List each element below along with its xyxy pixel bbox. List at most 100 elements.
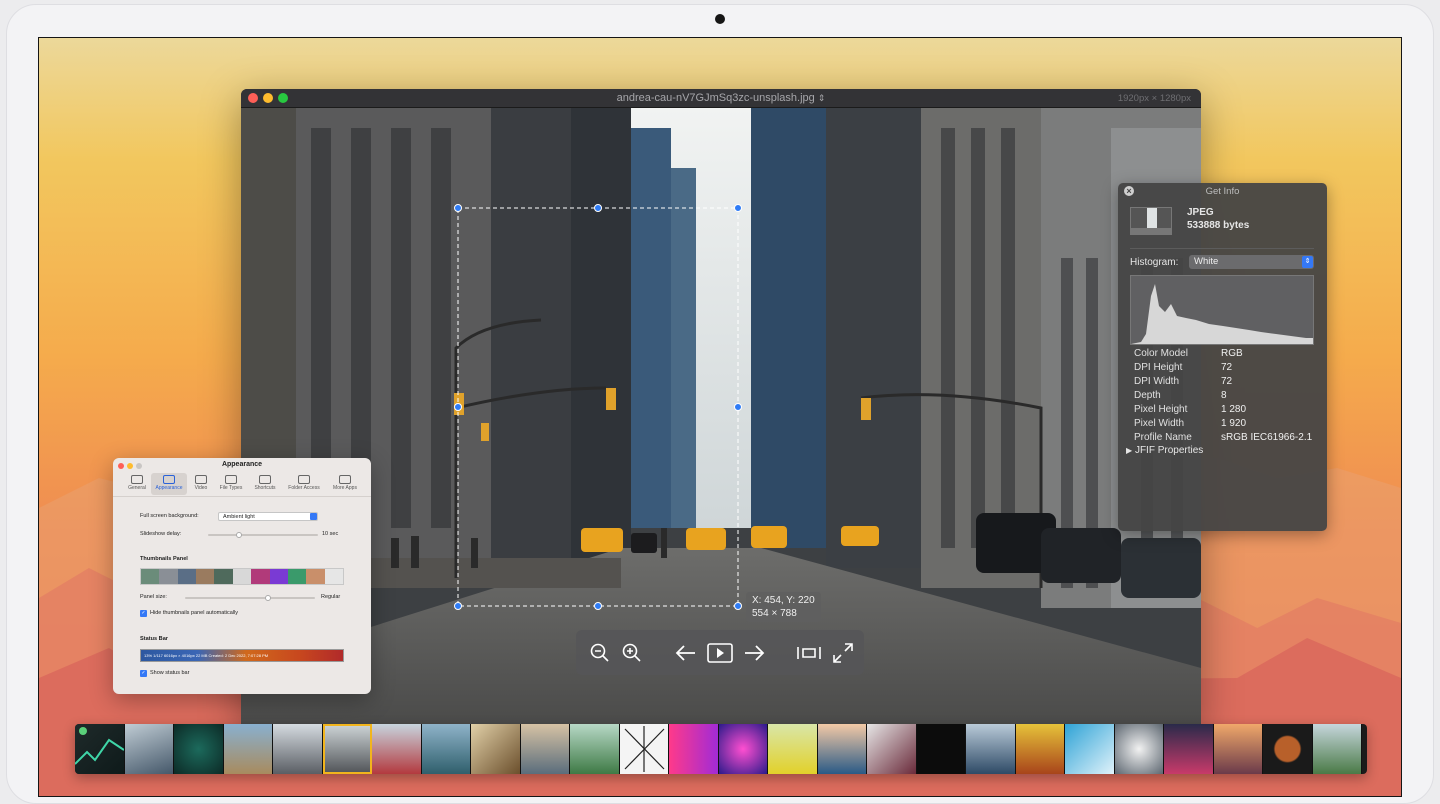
- thumbnail[interactable]: [1312, 724, 1362, 774]
- panel-size-slider[interactable]: [185, 595, 315, 601]
- get-info-panel: × Get Info JPEG 533888 bytes Histogram: …: [1118, 183, 1327, 531]
- histogram-chart: [1130, 275, 1314, 345]
- thumbnails-heading: Thumbnails Panel: [140, 556, 188, 562]
- property-row: Depth 8: [1134, 389, 1312, 403]
- thumbnail[interactable]: [520, 724, 570, 774]
- arrow-right-icon[interactable]: [739, 638, 769, 668]
- arrow-left-icon[interactable]: [671, 638, 701, 668]
- thumbnail[interactable]: [174, 724, 224, 774]
- preferences-window: Appearance General Appearance Video File…: [113, 458, 371, 694]
- window-title[interactable]: andrea-cau-nV7GJmSq3zc-unsplash.jpg ⇕: [241, 92, 1201, 104]
- histogram-select[interactable]: White ⇕: [1189, 255, 1314, 269]
- property-row: DPI Width 72: [1134, 375, 1312, 389]
- filename: andrea-cau-nV7GJmSq3zc-unsplash.jpg: [616, 92, 815, 104]
- property-value: sRGB IEC61966-2.1: [1221, 432, 1313, 443]
- viewer-toolbar: [576, 630, 864, 675]
- fullscreen-value: Ambient light: [223, 514, 255, 520]
- panel-size-value: Regular: [321, 594, 341, 600]
- preferences-tabs: General Appearance Video File Types Shor…: [123, 473, 363, 495]
- slideshow-delay-slider[interactable]: [208, 532, 318, 538]
- zoom-out-icon[interactable]: [585, 638, 615, 668]
- lock-icon: [298, 475, 310, 484]
- panel-size-label: Panel size:: [140, 594, 167, 600]
- property-key: Pixel Width: [1134, 418, 1185, 429]
- fullscreen-background-select[interactable]: Ambient light: [218, 512, 318, 521]
- thumbnail[interactable]: [966, 724, 1016, 774]
- property-row: Color Model RGB: [1134, 347, 1312, 361]
- thumbnail[interactable]: [223, 724, 273, 774]
- thumbnail[interactable]: [570, 724, 620, 774]
- property-key: DPI Height: [1134, 362, 1183, 373]
- fit-width-icon[interactable]: [794, 638, 824, 668]
- property-row: Pixel Height 1 280: [1134, 403, 1312, 417]
- divider: [113, 496, 371, 497]
- play-icon[interactable]: [705, 638, 735, 668]
- property-row: Profile Name sRGB IEC61966-2.1: [1134, 431, 1312, 445]
- tab-label: Folder Access: [288, 485, 320, 491]
- jfif-disclosure[interactable]: ▶ JFIF Properties: [1126, 445, 1203, 456]
- property-key: Pixel Height: [1134, 404, 1188, 415]
- tab-label: Video: [194, 485, 208, 491]
- status-bar-heading: Status Bar: [140, 636, 168, 642]
- zoom-in-icon[interactable]: [617, 638, 647, 668]
- tab-folder-access[interactable]: Folder Access: [283, 473, 325, 495]
- fullscreen-icon[interactable]: [828, 638, 858, 668]
- tab-general[interactable]: General: [125, 473, 149, 495]
- chevron-updown-icon[interactable]: ⇕: [818, 93, 826, 103]
- thumbnail[interactable]: [1263, 724, 1313, 774]
- thumbnail[interactable]: [1213, 724, 1263, 774]
- file-type: JPEG: [1187, 207, 1214, 218]
- thumbnail[interactable]: [75, 724, 125, 774]
- tab-video[interactable]: Video: [189, 473, 213, 495]
- image-dimensions: 1920px × 1280px: [1117, 93, 1191, 104]
- property-value: 1 920: [1221, 418, 1247, 429]
- property-value: 72: [1221, 376, 1233, 387]
- thumbnail[interactable]: [718, 724, 768, 774]
- tab-label: Appearance: [155, 485, 183, 491]
- tab-label: General: [128, 485, 146, 491]
- property-value: 1 280: [1221, 404, 1247, 415]
- tab-file-types[interactable]: File Types: [215, 473, 247, 495]
- thumbnail[interactable]: [471, 724, 521, 774]
- thumbnail[interactable]: [768, 724, 818, 774]
- thumbnail[interactable]: [372, 724, 422, 774]
- status-bar-preview: 13% 1/117 6016px × 4016px 22 MB Created:…: [140, 649, 344, 662]
- thumbnail[interactable]: [124, 724, 174, 774]
- thumbnail[interactable]: [421, 724, 471, 774]
- thumbnail[interactable]: [817, 724, 867, 774]
- thumbnail[interactable]: [1015, 724, 1065, 774]
- show-status-checkbox[interactable]: ✓: [140, 670, 147, 677]
- apps-icon: [339, 475, 351, 484]
- thumbnail[interactable]: [273, 724, 323, 774]
- thumbnail[interactable]: [1114, 724, 1164, 774]
- tab-appearance[interactable]: Appearance: [151, 473, 187, 495]
- hide-thumbnails-checkbox[interactable]: ✓: [140, 610, 147, 617]
- thumbnail-selected[interactable]: [322, 724, 372, 774]
- thumbnail[interactable]: [1164, 724, 1214, 774]
- size-text: 554 × 788: [752, 608, 797, 619]
- selection-coordinates: X: 454, Y: 220 554 × 788: [746, 592, 821, 622]
- chevron-updown-icon: [310, 513, 317, 520]
- thumbnail[interactable]: [916, 724, 966, 774]
- property-key: Profile Name: [1134, 432, 1192, 443]
- thumbnail[interactable]: [1065, 724, 1115, 774]
- coords-text: X: 454, Y: 220: [752, 595, 815, 606]
- image-viewer-window: andrea-cau-nV7GJmSq3zc-unsplash.jpg ⇕ 19…: [241, 89, 1201, 729]
- thumbnail[interactable]: [867, 724, 917, 774]
- property-key: DPI Width: [1134, 376, 1180, 387]
- camera-dot: [715, 14, 725, 24]
- thumbnail[interactable]: [619, 724, 669, 774]
- histogram-label: Histogram:: [1130, 257, 1179, 268]
- tab-more-apps[interactable]: More Apps: [327, 473, 363, 495]
- thumbnail-strip: [75, 724, 1367, 774]
- thumbnail[interactable]: [669, 724, 719, 774]
- file-size: 533888 bytes: [1187, 220, 1250, 231]
- fullscreen-label: Full screen background:: [140, 513, 199, 519]
- preferences-title: Appearance: [221, 461, 263, 468]
- property-row: DPI Height 72: [1134, 361, 1312, 375]
- slider-knob[interactable]: [265, 595, 271, 601]
- slider-knob[interactable]: [236, 532, 242, 538]
- file-types-icon: [225, 475, 237, 484]
- tab-shortcuts[interactable]: Shortcuts: [249, 473, 281, 495]
- properties-list: Color Model RGB DPI Height 72 DPI Width 72 …: [1134, 347, 1312, 445]
